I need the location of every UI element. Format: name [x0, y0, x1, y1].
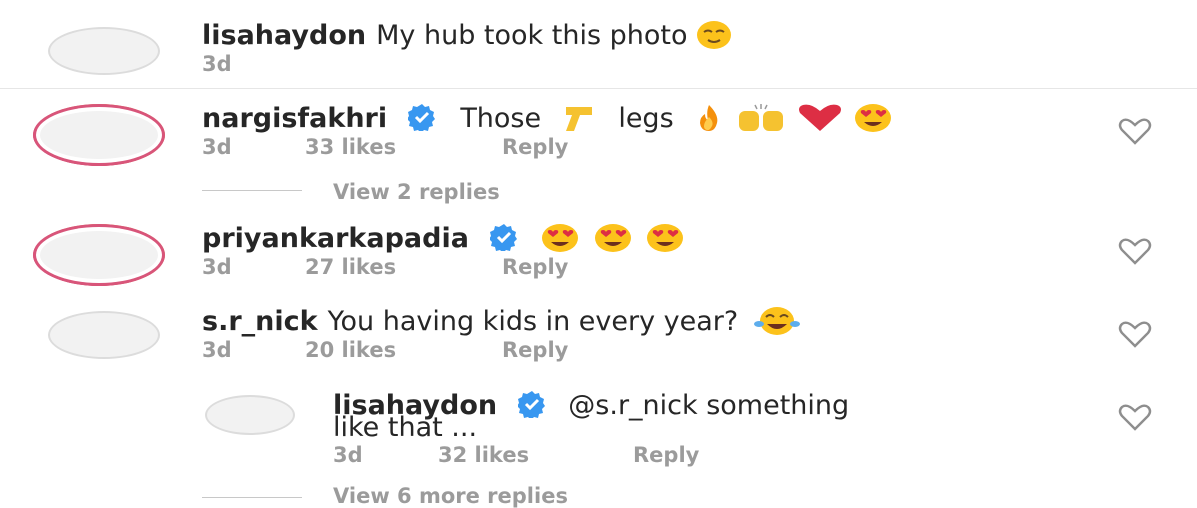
verified-badge-icon — [517, 391, 545, 418]
reply-button[interactable]: Reply — [502, 338, 568, 362]
comment-line: nargisfakhri Those legs — [202, 103, 892, 135]
avatar[interactable] — [205, 395, 295, 435]
view-replies-line — [202, 190, 302, 191]
like-heart-icon[interactable] — [1117, 403, 1153, 433]
avatar[interactable] — [48, 311, 160, 359]
timestamp: 3d — [202, 255, 232, 279]
comment-line: s.r_nick You having kids in every year? — [202, 306, 801, 338]
like-heart-icon[interactable] — [1117, 117, 1153, 147]
view-replies-line — [202, 497, 302, 498]
leg-emoji-icon — [565, 107, 592, 131]
comment-text-line2: like that ... — [333, 412, 478, 443]
avatar[interactable] — [48, 27, 160, 75]
fire-emoji-icon — [700, 105, 718, 131]
comment-text: My hub took this photo — [376, 20, 688, 51]
comment-text: @s.r_nick something — [568, 390, 850, 421]
like-heart-icon[interactable] — [1117, 320, 1153, 350]
comment-text: legs — [618, 103, 674, 134]
divider — [0, 88, 1197, 89]
relieved-face-emoji-icon — [697, 21, 732, 49]
avatar-story-ring[interactable] — [33, 224, 165, 286]
verified-badge-icon — [407, 104, 435, 131]
reply-button[interactable]: Reply — [633, 443, 699, 467]
likes-count[interactable]: 32 likes — [438, 443, 529, 467]
reply-button[interactable]: Reply — [502, 135, 568, 159]
tears-of-joy-emoji-icon — [753, 307, 800, 335]
heart-eyes-emoji-icon — [647, 224, 684, 252]
likes-count[interactable]: 20 likes — [305, 338, 396, 362]
avatar-story-ring[interactable] — [33, 104, 165, 166]
verified-badge-icon — [489, 224, 517, 251]
username[interactable]: s.r_nick — [202, 306, 318, 337]
comment-text: Those — [460, 103, 542, 134]
raising-hands-emoji-icon — [738, 104, 783, 131]
timestamp: 3d — [333, 443, 363, 467]
view-replies-button[interactable]: View 2 replies — [333, 180, 500, 204]
view-more-replies-button[interactable]: View 6 more replies — [333, 484, 568, 508]
username[interactable]: lisahaydon — [202, 20, 366, 51]
likes-count[interactable]: 27 likes — [305, 255, 396, 279]
heart-eyes-emoji-icon — [542, 224, 579, 252]
comment-line: priyankarkapadia — [202, 223, 687, 255]
timestamp: 3d — [202, 135, 232, 159]
heart-eyes-emoji-icon — [594, 224, 631, 252]
timestamp: 3d — [202, 52, 232, 76]
red-heart-emoji-icon — [799, 104, 842, 131]
reply-button[interactable]: Reply — [502, 255, 568, 279]
comment-line: lisahaydon My hub took this photo — [202, 20, 732, 52]
likes-count[interactable]: 33 likes — [305, 135, 396, 159]
comment-text: You having kids in every year? — [327, 306, 739, 337]
like-heart-icon[interactable] — [1117, 237, 1153, 267]
heart-eyes-emoji-icon — [855, 104, 892, 132]
timestamp: 3d — [202, 338, 232, 362]
username[interactable]: nargisfakhri — [202, 103, 387, 134]
username[interactable]: priyankarkapadia — [202, 223, 469, 254]
